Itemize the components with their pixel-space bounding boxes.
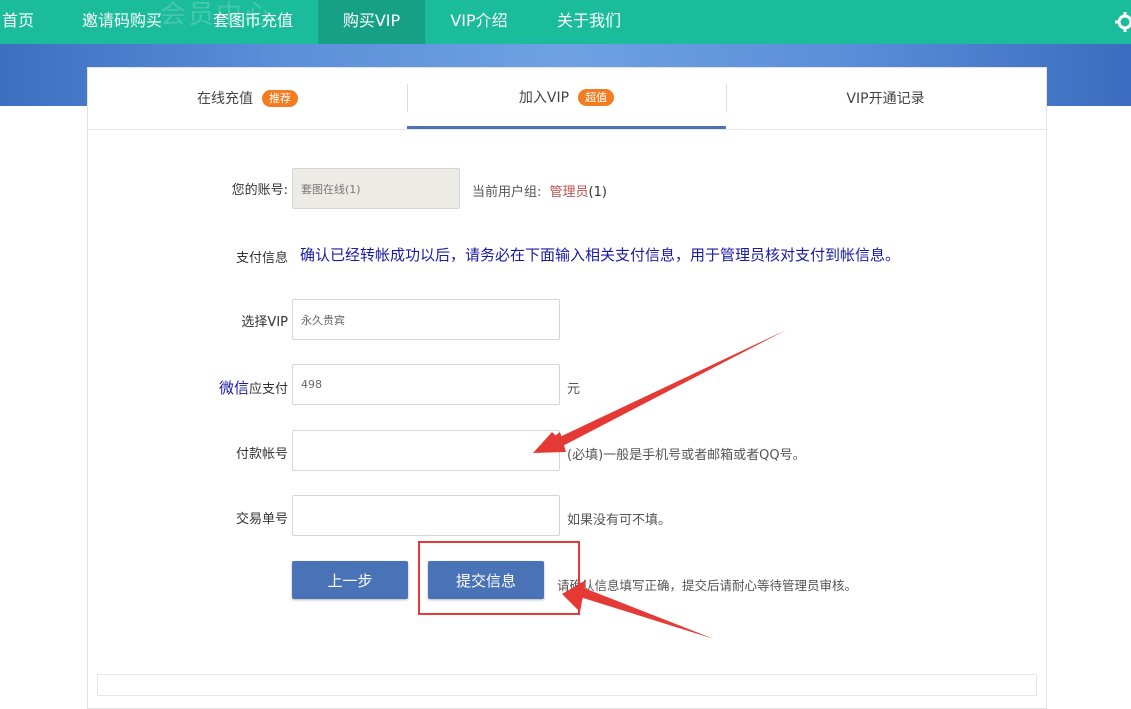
nav-item-invite-code[interactable]: 邀请码购买	[70, 0, 174, 44]
user-group-label: 当前用户组:	[472, 185, 542, 200]
tab-vip-records[interactable]: VIP开通记录	[726, 68, 1045, 128]
nav-item-vip-intro[interactable]: VIP介绍	[440, 0, 518, 44]
order-number-hint: 如果没有可不填。	[567, 513, 672, 528]
payer-account-input[interactable]	[292, 430, 560, 471]
select-vip-label: 选择VIP	[241, 315, 288, 330]
tab-bar: 在线充值 推荐 加入VIP 超值 VIP开通记录	[88, 68, 1046, 130]
submit-button[interactable]: 提交信息	[428, 561, 544, 599]
tab-join-vip[interactable]: 加入VIP 超值	[407, 68, 726, 129]
pay-amount-label: 微信应支付	[148, 377, 288, 398]
user-group: 当前用户组: 管理员(1)	[472, 181, 607, 200]
submit-hint: 请确认信息填写正确，提交后请耐心等待管理员审核。	[557, 578, 858, 593]
recommend-badge: 推荐	[262, 89, 298, 107]
payer-account-hint: (必填)一般是手机号或者邮箱或者QQ号。	[567, 448, 806, 463]
tab-label: VIP开通记录	[846, 91, 925, 107]
bottom-panel	[97, 674, 1037, 696]
user-group-name: 管理员	[549, 185, 589, 200]
prev-step-button[interactable]: 上一步	[292, 561, 408, 599]
order-number-input[interactable]	[292, 495, 560, 536]
gear-icon[interactable]	[1115, 12, 1131, 32]
vip-card: 在线充值 推荐 加入VIP 超值 VIP开通记录 您的账号: 套图在线(1) 当…	[87, 67, 1047, 709]
pay-label: 应支付	[248, 382, 288, 397]
payinfo-label: 支付信息	[235, 251, 288, 266]
user-group-suffix: (1)	[588, 185, 607, 200]
account-field: 套图在线(1)	[292, 168, 460, 209]
pay-amount-field[interactable]: 498	[292, 364, 560, 405]
nav-item-coin-recharge[interactable]: 套图币充值	[200, 0, 306, 44]
nav-item-about-us[interactable]: 关于我们	[548, 0, 630, 44]
tab-online-recharge[interactable]: 在线充值 推荐	[88, 68, 407, 128]
nav-item-home[interactable]: 首页	[0, 0, 36, 44]
tab-label: 在线充值	[197, 91, 253, 107]
account-label: 您的账号:	[231, 183, 288, 198]
tab-label: 加入VIP	[518, 90, 570, 106]
vip-select-field[interactable]: 永久贵宾	[292, 299, 560, 340]
currency-unit: 元	[567, 382, 581, 397]
value-badge: 超值	[578, 88, 615, 106]
top-nav: 会员中心 首页 邀请码购买 套图币充值 购买VIP VIP介绍 关于我们	[0, 0, 1131, 44]
pay-method: 微信	[218, 379, 249, 397]
order-number-label: 交易单号	[235, 512, 288, 527]
payer-account-label: 付款帐号	[235, 447, 288, 462]
nav-item-buy-vip[interactable]: 购买VIP	[318, 0, 425, 44]
payinfo-text: 确认已经转帐成功以后，请务必在下面输入相关支付信息，用于管理员核对支付到帐信息。	[300, 246, 901, 264]
